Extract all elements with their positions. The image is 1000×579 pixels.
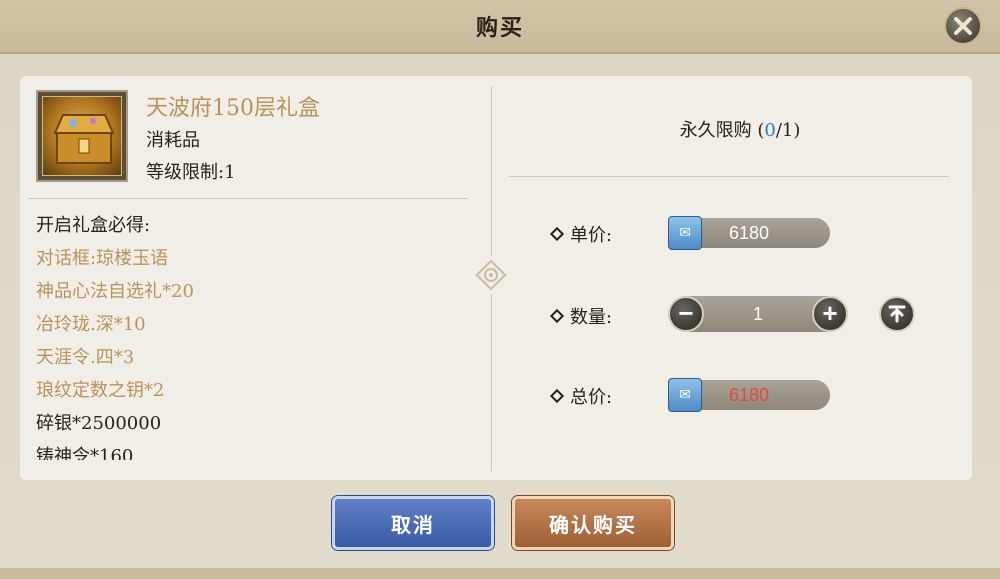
bottom-border [0, 568, 1000, 579]
list-item: 碎银*2500000 [36, 413, 162, 434]
divider [509, 176, 949, 177]
cancel-button[interactable]: 取消 [332, 496, 494, 550]
total-price-label: 总价: [570, 387, 613, 408]
list-item: 琅纹定数之钥*2 [36, 380, 165, 401]
item-name: 天波府150层礼盒 [146, 96, 320, 121]
close-icon [954, 17, 972, 35]
confirm-purchase-button[interactable]: 确认购买 [512, 496, 674, 550]
purchase-limit: 永久限购 (0/1) [679, 120, 801, 141]
limit-bought: 0 [764, 120, 776, 141]
max-quantity-button[interactable] [879, 296, 915, 332]
unit-price-label-row: 单价: [549, 221, 613, 247]
list-item: 冶玲珑.深*10 [36, 314, 146, 335]
unit-price-label: 单价: [570, 225, 613, 246]
contents-title: 开启礼盒必得: [36, 215, 151, 236]
list-item: 天涯令.四*3 [36, 347, 135, 368]
currency-scroll-icon: ✉ [668, 378, 702, 412]
content-panel: 天波府150层礼盒 消耗品 等级限制:1 开启礼盒必得: 对话框:琼楼玉语 神品… [20, 76, 972, 480]
treasure-chest-icon [42, 96, 122, 176]
title-bar: 购买 [0, 0, 1000, 54]
list-item: 神品心法自选礼*20 [36, 281, 194, 302]
currency-scroll-icon: ✉ [668, 216, 702, 250]
diamond-bullet-icon [549, 388, 565, 404]
item-level-limit: 等级限制:1 [146, 162, 236, 183]
divider [28, 198, 468, 199]
gift-contents-list[interactable]: 开启礼盒必得: 对话框:琼楼玉语 神品心法自选礼*20 冶玲珑.深*10 天涯令… [36, 210, 476, 460]
quantity-label: 数量: [570, 307, 613, 328]
increase-button[interactable]: + [812, 296, 848, 332]
item-type: 消耗品 [146, 130, 200, 151]
close-button[interactable] [944, 7, 982, 45]
max-icon [888, 305, 906, 323]
diamond-bullet-icon [549, 308, 565, 324]
list-item: 对话框:琼楼玉语 [36, 248, 169, 269]
dialog-title: 购买 [475, 15, 524, 41]
limit-label: 永久限购 [679, 120, 752, 141]
list-item: 铸神令*160 [36, 446, 134, 460]
limit-total: 1 [781, 120, 794, 141]
quantity-label-row: 数量: [549, 303, 613, 329]
decrease-button[interactable]: − [668, 296, 704, 332]
ornament-icon [472, 256, 510, 294]
diamond-bullet-icon [549, 226, 565, 242]
item-icon [36, 90, 128, 182]
total-price-label-row: 总价: [549, 383, 613, 409]
purchase-dialog: 购买 天波府150层礼盒 消耗品 等级限制:1 开启礼盒必得: 对话框:琼楼玉语… [0, 0, 1000, 579]
